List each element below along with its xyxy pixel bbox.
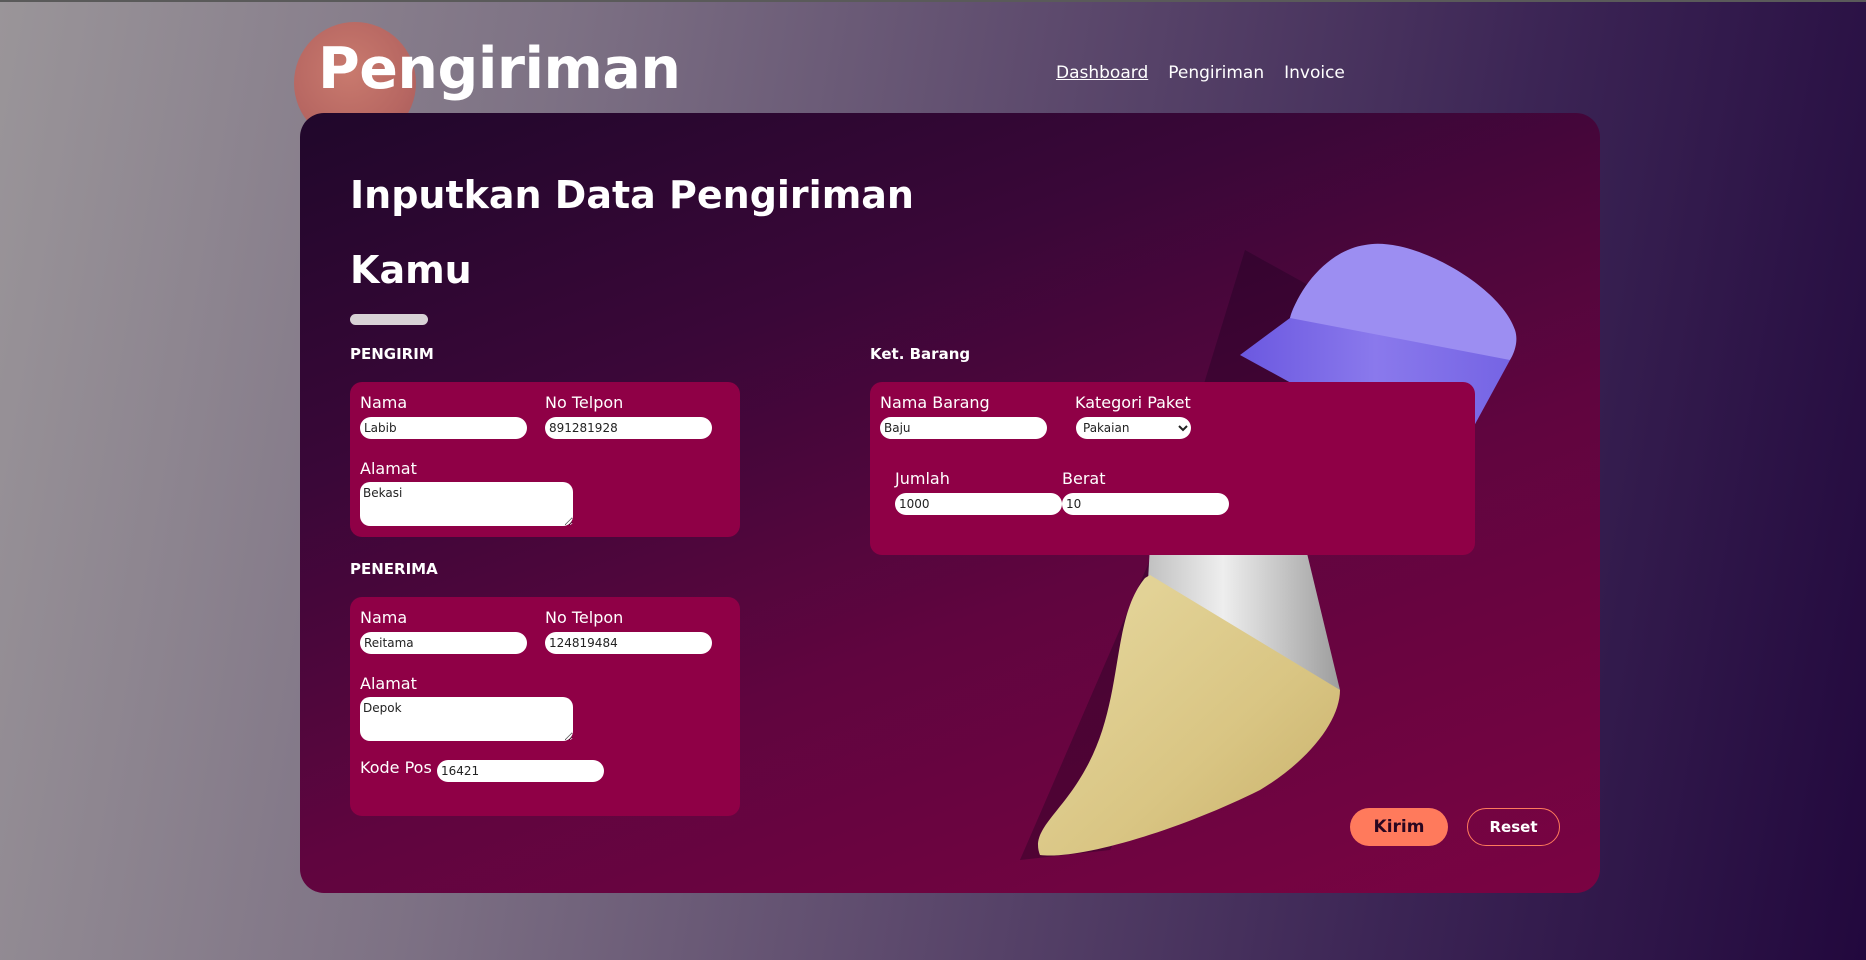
barang-kategori-label: Kategori Paket — [1075, 393, 1191, 412]
pengirim-telp-label: No Telpon — [545, 393, 624, 412]
nav-link-dashboard[interactable]: Dashboard — [1056, 63, 1148, 83]
barang-jumlah-label: Jumlah — [895, 469, 950, 488]
penerima-kodepos-label: Kode Pos — [360, 758, 432, 777]
form-title-line1: Inputkan Data Pengiriman — [350, 173, 914, 217]
pengirim-telp-input[interactable] — [545, 417, 712, 439]
nav-link-invoice[interactable]: Invoice — [1284, 63, 1345, 83]
barang-nama-input[interactable] — [880, 417, 1047, 439]
form-title-line2: Kamu — [350, 248, 472, 292]
reset-button[interactable]: Reset — [1467, 808, 1560, 846]
shipping-form-card: Inputkan Data Pengiriman Kamu PENGIRIM N… — [300, 113, 1600, 893]
pengirim-alamat-label: Alamat — [360, 459, 417, 478]
kirim-button[interactable]: Kirim — [1350, 808, 1448, 846]
pengirim-panel: Nama No Telpon Alamat Bekasi — [350, 382, 740, 537]
penerima-panel: Nama No Telpon Alamat Depok Kode Pos — [350, 597, 740, 816]
penerima-section-label: PENERIMA — [350, 560, 438, 578]
title-underline-bar — [350, 314, 428, 325]
penerima-alamat-textarea[interactable]: Depok — [360, 697, 573, 741]
penerima-telp-input[interactable] — [545, 632, 712, 654]
penerima-telp-label: No Telpon — [545, 608, 624, 627]
pengirim-nama-label: Nama — [360, 393, 408, 412]
penerima-kodepos-input[interactable] — [437, 760, 604, 782]
barang-berat-label: Berat — [1062, 469, 1106, 488]
barang-berat-input[interactable] — [1062, 493, 1229, 515]
barang-nama-label: Nama Barang — [880, 393, 990, 412]
barang-panel: Nama Barang Kategori Paket Pakaian Jumla… — [870, 382, 1475, 555]
barang-jumlah-input[interactable] — [895, 493, 1062, 515]
penerima-nama-input[interactable] — [360, 632, 527, 654]
main-nav: Dashboard Pengiriman Invoice — [1056, 63, 1345, 83]
penerima-nama-label: Nama — [360, 608, 408, 627]
nav-link-pengiriman[interactable]: Pengiriman — [1168, 63, 1264, 83]
pengirim-alamat-textarea[interactable]: Bekasi — [360, 482, 573, 526]
pengirim-nama-input[interactable] — [360, 417, 527, 439]
penerima-alamat-label: Alamat — [360, 674, 417, 693]
pengirim-section-label: PENGIRIM — [350, 345, 434, 363]
brand-title: Pengiriman — [318, 36, 681, 102]
barang-kategori-select[interactable]: Pakaian — [1076, 417, 1191, 439]
barang-section-label: Ket. Barang — [870, 345, 971, 363]
window-top-border — [0, 0, 1866, 2]
